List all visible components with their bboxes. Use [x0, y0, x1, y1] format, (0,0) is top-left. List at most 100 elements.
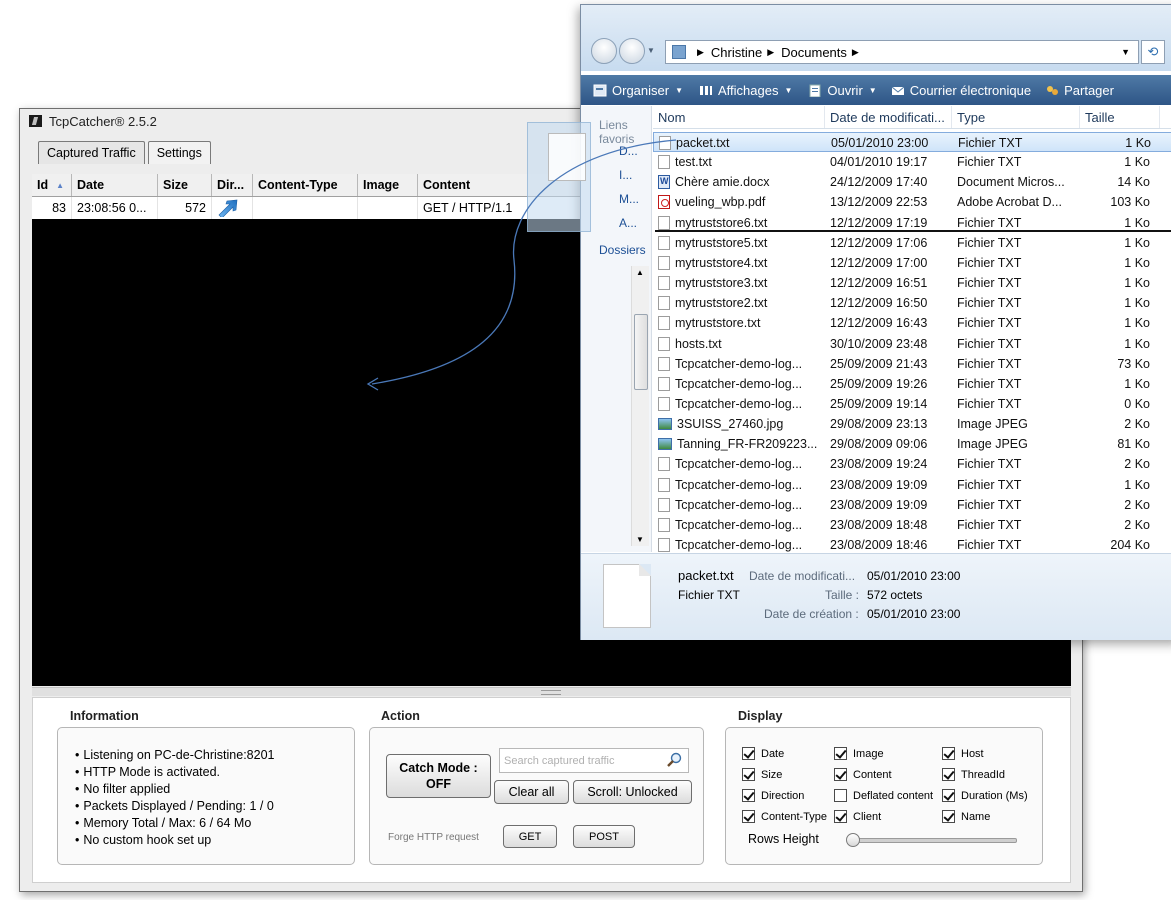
file-type-text: Fichier TXT — [957, 276, 1022, 291]
tab-captured-traffic[interactable]: Captured Traffic — [38, 141, 145, 164]
nav-item-documents[interactable]: D... — [619, 144, 638, 158]
scroll-down-icon[interactable]: ▼ — [636, 535, 644, 544]
file-size-text: 1 Ko — [1124, 276, 1150, 291]
file-row[interactable]: mytruststore4.txt 12/12/2009 17:00 Fichier… — [653, 253, 1171, 273]
file-row[interactable]: mytruststore5.txt 12/12/2009 17:06 Fichier… — [653, 233, 1171, 253]
search-placeholder: Search captured traffic — [504, 754, 615, 767]
file-row[interactable]: Tcpcatcher-demo-log... 25/09/2009 19:14 Fi… — [653, 394, 1171, 414]
image-file-icon — [658, 438, 672, 451]
file-row[interactable]: Chère amie.docx 24/12/2009 17:40 Document … — [653, 172, 1171, 192]
file-row[interactable]: Tcpcatcher-demo-log... 23/08/2009 18:48 Fi… — [653, 515, 1171, 535]
tab-settings[interactable]: Settings — [147, 141, 211, 164]
address-dropdown-icon[interactable]: ▼ — [1121, 47, 1130, 57]
file-name: packet.txt — [654, 133, 826, 153]
file-row[interactable]: Tanning_FR-FR209223... 29/08/2009 09:06 Im… — [653, 434, 1171, 454]
column-header-size[interactable]: Taille — [1080, 106, 1160, 128]
file-size-text: 103 Ko — [1110, 195, 1150, 210]
checkbox-name[interactable]: Name — [942, 810, 990, 823]
checkbox-content[interactable]: Content — [834, 768, 892, 781]
checkbox-host[interactable]: Host — [942, 747, 984, 760]
file-size: 1 Ko — [1080, 374, 1160, 394]
file-row[interactable]: Tcpcatcher-demo-log... 23/08/2009 19:09 Fi… — [653, 475, 1171, 495]
breadcrumb-separator-icon: ▶ — [697, 46, 704, 57]
file-row[interactable]: vueling_wbp.pdf 13/12/2009 22:53 Adobe Acr… — [653, 192, 1171, 212]
refresh-icon[interactable]: ⟲ — [1141, 40, 1165, 64]
file-name: Tcpcatcher-demo-log... — [653, 354, 825, 374]
back-arrow-icon[interactable] — [591, 38, 617, 64]
envelope-icon — [891, 86, 905, 95]
nav-scrollbar[interactable]: ▲ ▼ — [631, 266, 649, 546]
checkbox-date[interactable]: Date — [742, 747, 784, 760]
file-type-text: Fichier TXT — [957, 376, 1022, 391]
checkbox-content-type[interactable]: Content-Type — [742, 810, 827, 823]
folders-header[interactable]: Dossiers — [599, 243, 646, 257]
organise-menu[interactable]: Organiser ▼ — [593, 83, 683, 98]
history-dropdown-icon[interactable]: ▼ — [647, 46, 655, 64]
info-line: Memory Total / Max: 6 / 64 Mo — [75, 815, 354, 832]
column-header-image[interactable]: Image — [358, 174, 418, 196]
column-header-content-type[interactable]: Content-Type — [253, 174, 358, 196]
checkbox-direction[interactable]: Direction — [742, 789, 804, 802]
checkbox-threadid[interactable]: ThreadId — [942, 768, 1005, 781]
checkbox-image[interactable]: Image — [834, 747, 884, 760]
preview-modified-value: 05/01/2010 23:00 — [867, 569, 961, 583]
file-modified-text: 12/12/2009 17:00 — [830, 255, 928, 270]
file-row[interactable]: Tcpcatcher-demo-log... 23/08/2009 19:09 Fi… — [653, 495, 1171, 515]
file-row[interactable]: mytruststore3.txt 12/12/2009 16:51 Fichier… — [653, 273, 1171, 293]
file-row[interactable]: Tcpcatcher-demo-log... 23/08/2009 19:24 Fi… — [653, 454, 1171, 474]
search-input[interactable]: Search captured traffic — [499, 748, 689, 773]
breadcrumb-christine[interactable]: Christine — [711, 45, 762, 60]
file-row[interactable]: Tcpcatcher-demo-log... 25/09/2009 21:43 Fi… — [653, 354, 1171, 374]
file-row[interactable]: Tcpcatcher-demo-log... 23/08/2009 18:46 Fi… — [653, 535, 1171, 555]
file-row[interactable]: Tcpcatcher-demo-log... 25/09/2009 19:26 Fi… — [653, 374, 1171, 394]
column-header-id[interactable]: Id ▲ — [32, 174, 72, 196]
post-button[interactable]: POST — [573, 825, 635, 848]
column-header-date[interactable]: Date — [72, 174, 158, 196]
column-header-size[interactable]: Size — [158, 174, 212, 196]
file-name: Tcpcatcher-demo-log... — [653, 394, 825, 414]
checkbox-size[interactable]: Size — [742, 768, 782, 781]
breadcrumb-documents[interactable]: Documents — [781, 45, 847, 60]
rows-height-track[interactable] — [851, 838, 1017, 843]
checkbox-duration[interactable]: Duration (Ms) — [942, 789, 1028, 802]
column-header-direction[interactable]: Dir... — [212, 174, 253, 196]
file-row[interactable]: 3SUISS_27460.jpg 29/08/2009 23:13 Image JP… — [653, 414, 1171, 434]
file-name: Tcpcatcher-demo-log... — [653, 515, 825, 535]
file-row[interactable]: packet.txt 05/01/2010 23:00 Fichier TXT 1 K… — [653, 132, 1171, 152]
file-row[interactable]: test.txt 04/01/2010 19:17 Fichier TXT 1 Ko — [653, 152, 1171, 172]
forward-arrow-icon[interactable] — [619, 38, 645, 64]
nav-item-other[interactable]: A... — [619, 216, 637, 230]
file-size-text: 1 Ko — [1124, 477, 1150, 492]
search-icon[interactable] — [666, 752, 682, 768]
checkbox-label: Content-Type — [761, 810, 828, 823]
text-file-icon — [658, 497, 670, 512]
get-button[interactable]: GET — [503, 825, 557, 848]
clear-all-button[interactable]: Clear all — [494, 780, 569, 804]
scroll-up-icon[interactable]: ▲ — [636, 268, 644, 277]
split-pane-divider[interactable] — [32, 687, 1071, 696]
share-button[interactable]: Partager — [1045, 83, 1114, 98]
checkbox-mark — [942, 768, 955, 781]
file-row[interactable]: mytruststore2.txt 12/12/2009 16:50 Fichier… — [653, 293, 1171, 313]
views-menu[interactable]: Affichages ▼ — [699, 83, 792, 98]
checkbox-client[interactable]: Client — [834, 810, 881, 823]
nav-item-music[interactable]: M... — [619, 192, 639, 206]
column-header-name[interactable]: Nom — [653, 106, 825, 128]
open-menu[interactable]: Ouvrir ▼ — [808, 83, 877, 98]
scroll-thumb[interactable] — [634, 314, 648, 390]
email-button[interactable]: Courrier électronique — [891, 83, 1031, 98]
text-file-icon — [658, 296, 670, 311]
catch-mode-button[interactable]: Catch Mode : OFF — [386, 754, 491, 798]
file-row[interactable]: mytruststore.txt 12/12/2009 16:43 Fichier … — [653, 313, 1171, 333]
address-bar[interactable]: ▶ Christine ▶ Documents ▶ ▼ — [665, 40, 1139, 64]
catch-mode-label: Catch Mode : — [399, 761, 478, 775]
scroll-lock-button[interactable]: Scroll: Unlocked — [573, 780, 692, 804]
file-row[interactable]: hosts.txt 30/10/2009 23:48 Fichier TXT 1 Ko — [653, 334, 1171, 354]
column-header-modified[interactable]: Date de modificati... — [825, 106, 952, 128]
checkbox-mark — [834, 810, 847, 823]
rows-height-slider[interactable] — [846, 833, 860, 847]
column-header-type[interactable]: Type — [952, 106, 1080, 128]
file-modified-text: 23/08/2009 19:09 — [830, 497, 928, 512]
nav-item-images[interactable]: I... — [619, 168, 632, 182]
checkbox-deflated-content[interactable]: Deflated content — [834, 789, 933, 802]
